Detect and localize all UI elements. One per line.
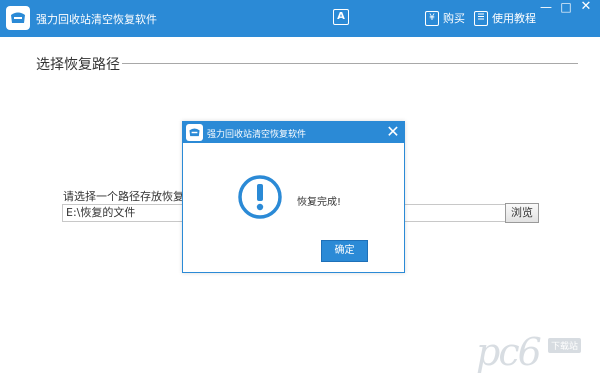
- dialog-title-bar: 强力回收站清空恢复软件 ✕: [183, 122, 404, 143]
- window-controls: — □ ✕: [536, 0, 596, 16]
- watermark-tag: 下载站: [548, 338, 582, 353]
- exclamation-circle-icon: [237, 174, 283, 223]
- book-icon: [474, 10, 488, 26]
- completion-dialog: 强力回收站清空恢复软件 ✕ 恢复完成! 确定: [182, 121, 405, 273]
- close-button[interactable]: ✕: [576, 0, 596, 16]
- ok-button[interactable]: 确定: [321, 240, 368, 262]
- watermark-logo: pc6 下载站: [476, 330, 596, 380]
- dialog-logo-icon: [186, 124, 203, 141]
- tutorial-label: 使用教程: [492, 12, 536, 25]
- watermark-text: pc6: [476, 330, 542, 374]
- yen-icon: ¥: [425, 10, 439, 26]
- title-bar: 强力回收站清空恢复软件 A ¥ 购买 使用教程 — □ ✕: [0, 0, 600, 37]
- app-logo-icon: [6, 6, 30, 30]
- browse-button[interactable]: 浏览: [505, 203, 539, 223]
- dialog-message: 恢复完成!: [297, 197, 342, 208]
- buy-button[interactable]: ¥ 购买: [425, 10, 465, 26]
- maximize-button[interactable]: □: [556, 0, 576, 16]
- dialog-close-button[interactable]: ✕: [385, 123, 401, 141]
- a-icon[interactable]: A: [333, 9, 349, 25]
- buy-label: 购买: [443, 12, 465, 25]
- app-title: 强力回收站清空恢复软件: [36, 13, 157, 26]
- dialog-title: 强力回收站清空恢复软件: [207, 130, 307, 140]
- section-divider: [122, 63, 578, 64]
- minimize-button[interactable]: —: [536, 0, 556, 16]
- tutorial-button[interactable]: 使用教程: [474, 10, 536, 26]
- section-title: 选择恢复路径: [36, 57, 120, 73]
